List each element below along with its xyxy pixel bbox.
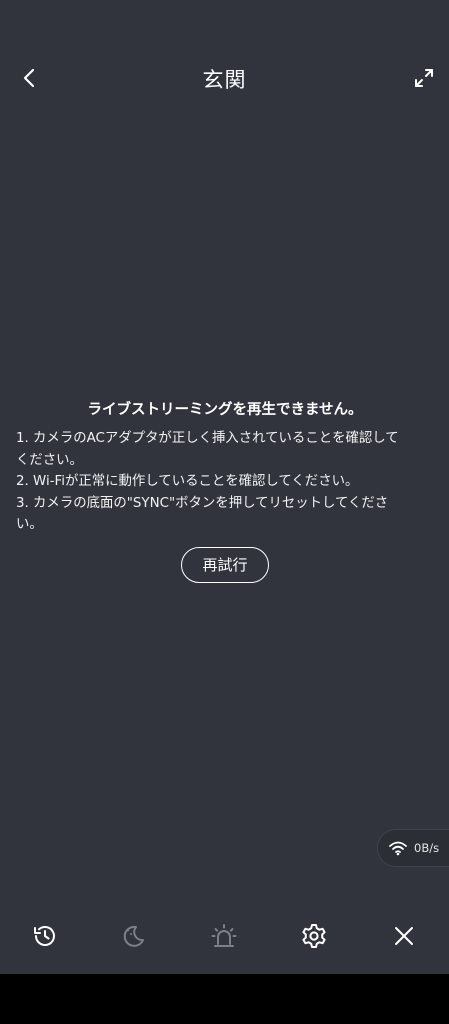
settings-gear-icon (302, 924, 326, 948)
night-mode-button[interactable] (116, 918, 152, 954)
siren-alarm-icon (211, 924, 237, 947)
retry-button[interactable]: 再試行 (181, 546, 269, 583)
live-view-screen: 玄関 ライブストリーミングを再生できません。 1. カメラのACアダプタが正しく… (0, 0, 449, 974)
fullscreen-button[interactable] (408, 62, 440, 94)
wifi-icon (389, 841, 407, 856)
night-mode-icon (123, 925, 144, 947)
error-title: ライブストリーミングを再生できません。 (87, 402, 363, 418)
close-button[interactable] (386, 918, 422, 954)
header: 玄関 (0, 50, 449, 106)
playback-history-button[interactable] (27, 918, 63, 954)
siren-alarm-button[interactable] (206, 918, 242, 954)
speed-value: 0B/s (414, 841, 440, 855)
instruction-line: ください。 (16, 452, 83, 468)
bottom-toolbar (0, 910, 449, 958)
error-instructions: 1. カメラのACアダプタが正しく挿入されていることを確認して ください。 2.… (16, 428, 434, 536)
instruction-line: 3. カメラの底面の"SYNC"ボタンを押してリセットしてくださ (16, 495, 389, 511)
page-title: 玄関 (202, 68, 247, 92)
expand-icon (415, 69, 433, 87)
instruction-line: い。 (16, 517, 43, 532)
close-icon (395, 927, 413, 945)
network-speed-indicator: 0B/s (377, 829, 449, 867)
instruction-line: 2. Wi-Fiが正常に動作していることを確認してください。 (16, 474, 359, 489)
settings-button[interactable] (296, 918, 332, 954)
system-navigation-bar (0, 974, 449, 1024)
instruction-line: 1. カメラのACアダプタが正しく挿入されていることを確認して (16, 431, 399, 446)
playback-history-icon (34, 926, 55, 946)
stream-error-message: ライブストリーミングを再生できません。 1. カメラのACアダプタが正しく挿入さ… (16, 398, 434, 583)
